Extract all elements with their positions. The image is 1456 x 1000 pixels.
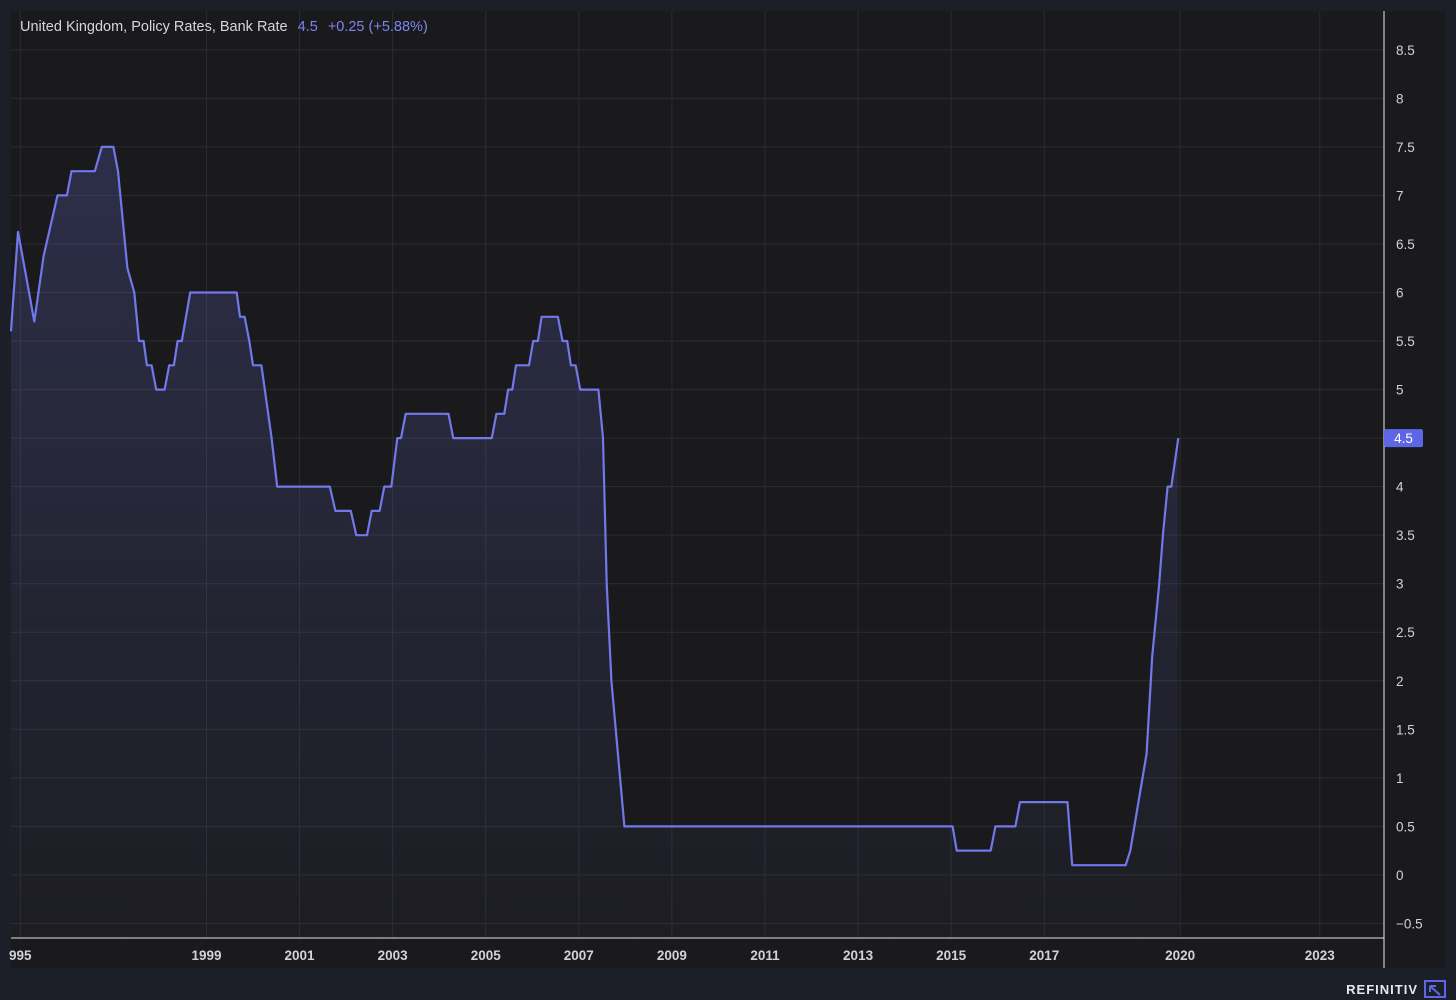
x-tick-label: 2020	[1165, 948, 1195, 963]
value-change: +0.25 (+5.88%)	[327, 19, 428, 35]
y-tick-label: 1	[1396, 771, 1404, 786]
y-tick-label: 7.5	[1396, 140, 1415, 155]
y-tick-label: 8	[1396, 91, 1404, 106]
y-tick-label: 2	[1396, 674, 1404, 689]
y-tick-label: 5	[1396, 383, 1404, 398]
y-tick-label: 6.5	[1396, 237, 1415, 252]
y-tick-label: 5.5	[1396, 334, 1415, 349]
x-axis-area	[11, 938, 1445, 968]
x-tick-label: 2007	[564, 948, 594, 963]
x-tick-label: 2011	[750, 948, 780, 963]
refinitiv-logo-icon	[1424, 980, 1446, 998]
x-tick-label: 2005	[471, 948, 502, 963]
x-tick-label: 2013	[843, 948, 874, 963]
y-tick-label: 0	[1396, 868, 1404, 883]
y-tick-label: 8.5	[1396, 43, 1415, 58]
y-tick-label: 6	[1396, 285, 1404, 300]
brand-name: REFINITIV	[1346, 982, 1418, 997]
y-tick-label: 4	[1396, 480, 1404, 495]
last-value: 4.5	[297, 19, 318, 35]
y-tick-label: 7	[1396, 188, 1404, 203]
last-value-badge-label: 4.5	[1394, 431, 1413, 446]
y-tick-label: 0.5	[1396, 819, 1415, 834]
x-tick-label: 2003	[378, 948, 409, 963]
y-tick-label: −0.5	[1396, 916, 1423, 931]
x-tick-label: 1999	[191, 948, 221, 963]
x-tick-label: 2001	[285, 948, 316, 963]
x-tick-label: 2009	[657, 948, 687, 963]
y-tick-label: 3	[1396, 577, 1404, 592]
chart-header: United Kingdom, Policy Rates, Bank Rate …	[20, 19, 428, 35]
chart-canvas: 8.5 8 7.5 7 6.5 6 5.5 5 4.5 4 3.5 3 2.5 2 1.5 1 0.5 0 −0.5…	[9, 11, 1445, 968]
x-tick-label: 2017	[1029, 948, 1059, 963]
y-tick-label: 1.5	[1396, 722, 1415, 737]
chart-title: United Kingdom, Policy Rates, Bank Rate	[20, 19, 288, 35]
x-tick-label: 2023	[1305, 948, 1336, 963]
x-tick-label: 995	[9, 948, 32, 963]
x-tick-label: 2015	[936, 948, 967, 963]
y-tick-label: 3.5	[1396, 528, 1415, 543]
chart-container: 8.5 8 7.5 7 6.5 6 5.5 5 4.5 4 3.5 3 2.5 2 1.5 1 0.5 0 −0.5…	[0, 0, 1456, 1000]
y-tick-label: 2.5	[1396, 625, 1415, 640]
